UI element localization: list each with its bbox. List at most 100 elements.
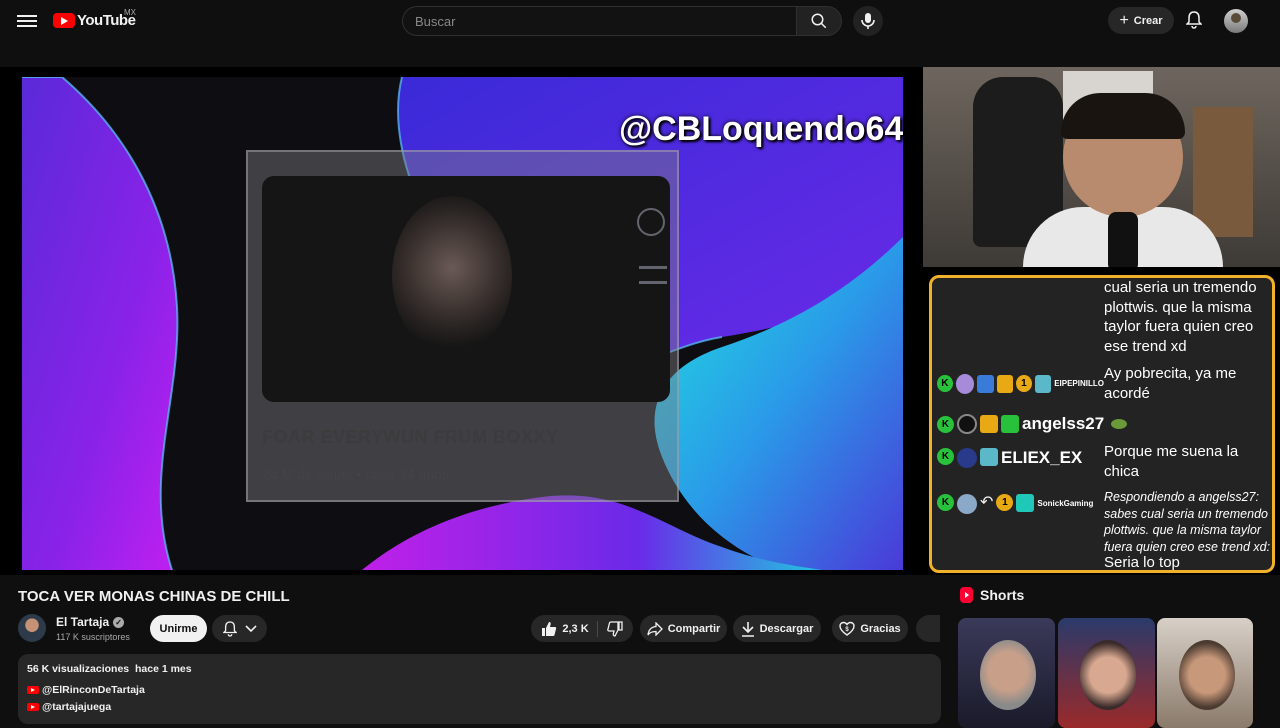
youtube-mini-icon bbox=[27, 686, 39, 694]
chat-message: K angelss27 bbox=[932, 409, 1272, 439]
webcam-overlay bbox=[923, 67, 1280, 267]
description-meta: 56 K visualizaciones hace 1 mes bbox=[27, 663, 192, 675]
channel-name-row[interactable]: El Tartaja ✓ bbox=[56, 615, 125, 629]
download-icon bbox=[741, 621, 754, 637]
clock-icon bbox=[637, 208, 665, 236]
frog-emote-icon bbox=[1111, 419, 1128, 429]
share-button[interactable]: Compartir bbox=[640, 615, 727, 642]
sub-months-badge: 1 bbox=[1016, 375, 1032, 392]
chat-message-text: Ay pobrecita, ya me acordé bbox=[1104, 365, 1237, 402]
create-label: Crear bbox=[1133, 14, 1163, 27]
short-face-image bbox=[980, 640, 1036, 710]
more-actions-button[interactable] bbox=[916, 615, 940, 642]
chat-message: K 1 EIPEPINILLO Ay pobrecita, ya me acor… bbox=[932, 364, 1272, 403]
subscription-bell-button[interactable] bbox=[212, 615, 267, 642]
chat-username: angelss27 bbox=[1022, 414, 1105, 433]
user-avatar bbox=[957, 494, 977, 514]
overlay-handle: @CBLoquendo64 bbox=[619, 110, 903, 148]
menu-icon[interactable] bbox=[17, 12, 37, 30]
short-thumbnail[interactable] bbox=[1157, 618, 1253, 728]
chat-message-text: cual seria un tremendo plottwis. que la … bbox=[1104, 279, 1257, 355]
share-icon bbox=[647, 621, 663, 636]
card-face-image bbox=[392, 196, 512, 356]
youtube-logo[interactable]: YouTube MX bbox=[53, 8, 136, 29]
shorts-icon bbox=[960, 587, 973, 603]
thumbs-down-icon bbox=[606, 620, 623, 637]
card-meta: 24 M de vistas • hace 14 años bbox=[262, 466, 450, 482]
sub-months-badge: 1 bbox=[996, 494, 1014, 511]
upload-age: hace 1 mes bbox=[134, 663, 192, 675]
chat-username: ELIEX_EX bbox=[1001, 448, 1083, 467]
queue-icon bbox=[639, 266, 667, 284]
short-thumbnail[interactable] bbox=[958, 618, 1055, 728]
chat-message: K ELIEX_EX Porque me suena la chica bbox=[932, 442, 1272, 481]
create-button[interactable]: + Crear bbox=[1108, 7, 1174, 34]
gift-badge-icon bbox=[1016, 494, 1035, 512]
thanks-heart-icon: $ bbox=[839, 621, 856, 636]
cam-person-hair bbox=[1061, 93, 1185, 139]
subscriber-count: 117 K suscriptores bbox=[56, 632, 130, 642]
description-box[interactable]: 56 K visualizaciones hace 1 mes @ElRinco… bbox=[18, 654, 941, 724]
like-button[interactable]: 2,3 K bbox=[541, 620, 598, 637]
description-link[interactable]: @ElRinconDeTartaja bbox=[27, 684, 145, 696]
reply-prefix: Respondiendo a angelss27: sabes cual ser… bbox=[1104, 490, 1271, 554]
notifications-button[interactable] bbox=[1183, 9, 1205, 31]
join-button[interactable]: Unirme bbox=[150, 615, 207, 642]
dislike-button[interactable] bbox=[603, 620, 623, 637]
chat-username: EIPEPINILLO bbox=[1054, 379, 1104, 388]
bell-icon bbox=[1186, 11, 1202, 29]
microphone-icon bbox=[861, 13, 875, 29]
chat-username: SonickGaming bbox=[1037, 499, 1094, 508]
short-face-image bbox=[1080, 640, 1136, 710]
emote-badge-icon bbox=[980, 448, 998, 466]
shorts-header: Shorts bbox=[960, 587, 1024, 603]
channel-avatar[interactable] bbox=[18, 614, 46, 642]
chat-message-side: K angelss27 bbox=[932, 414, 1272, 434]
chat-message-side bbox=[932, 278, 1104, 356]
user-avatar bbox=[955, 373, 974, 394]
download-button[interactable]: Descargar bbox=[733, 615, 821, 642]
channel-link-text[interactable]: @tartajajuega bbox=[42, 701, 111, 713]
share-label: Compartir bbox=[667, 622, 721, 635]
gift-badge-icon bbox=[1001, 415, 1019, 433]
chat-message: K ↶ 1 SonickGaming Respondiendo a angels… bbox=[932, 489, 1272, 570]
user-avatar bbox=[957, 448, 977, 468]
voice-search-button[interactable] bbox=[853, 6, 883, 36]
country-code: MX bbox=[124, 8, 136, 17]
video-card-overlay: FOAR EVERYWUN FRUM BOXXY 24 M de vistas … bbox=[246, 150, 679, 502]
hammer-badge-icon bbox=[976, 374, 994, 393]
account-avatar[interactable] bbox=[1224, 9, 1248, 33]
card-title: FOAR EVERYWUN FRUM BOXXY bbox=[262, 427, 559, 447]
chat-message-side: K ELIEX_EX bbox=[932, 442, 1104, 481]
reply-arrow-icon: ↶ bbox=[980, 494, 994, 511]
description-link[interactable]: @tartajajuega bbox=[27, 701, 111, 713]
chat-reply: Respondiendo a angelss27: sabes cual ser… bbox=[1104, 489, 1272, 570]
chat-overlay: cual seria un tremendo plottwis. que la … bbox=[929, 275, 1275, 573]
search-icon bbox=[811, 13, 827, 29]
crown-badge-icon bbox=[996, 374, 1014, 393]
search-input[interactable] bbox=[402, 6, 796, 36]
channel-link-text[interactable]: @ElRinconDeTartaja bbox=[42, 684, 145, 696]
shorts-heading: Shorts bbox=[980, 587, 1025, 603]
thanks-button[interactable]: $ Gracias bbox=[832, 615, 908, 642]
search-button[interactable] bbox=[796, 6, 842, 36]
crown-badge-icon bbox=[980, 415, 998, 433]
kick-badge-icon: K bbox=[937, 494, 954, 511]
video-player[interactable]: FOAR EVERYWUN FRUM BOXXY 24 M de vistas … bbox=[0, 67, 1280, 575]
card-thumbnail bbox=[262, 176, 670, 402]
short-thumbnail[interactable] bbox=[1058, 618, 1155, 728]
short-face-image bbox=[1179, 640, 1235, 710]
chat-message-side: K 1 EIPEPINILLO bbox=[932, 364, 1104, 403]
thanks-label: Gracias bbox=[860, 622, 901, 635]
youtube-mini-icon bbox=[27, 703, 39, 711]
top-bar: YouTube MX + Crear bbox=[0, 0, 1280, 42]
thumbs-up-icon bbox=[542, 621, 557, 636]
kick-badge-icon: K bbox=[937, 375, 953, 392]
channel-name[interactable]: El Tartaja bbox=[56, 615, 109, 629]
video-frame[interactable]: FOAR EVERYWUN FRUM BOXXY 24 M de vistas … bbox=[22, 77, 903, 570]
bell-icon bbox=[222, 620, 237, 637]
search-bar bbox=[402, 6, 842, 36]
kick-badge-icon: K bbox=[937, 415, 954, 433]
kick-badge-icon: K bbox=[937, 448, 954, 465]
download-label: Descargar bbox=[759, 622, 814, 635]
